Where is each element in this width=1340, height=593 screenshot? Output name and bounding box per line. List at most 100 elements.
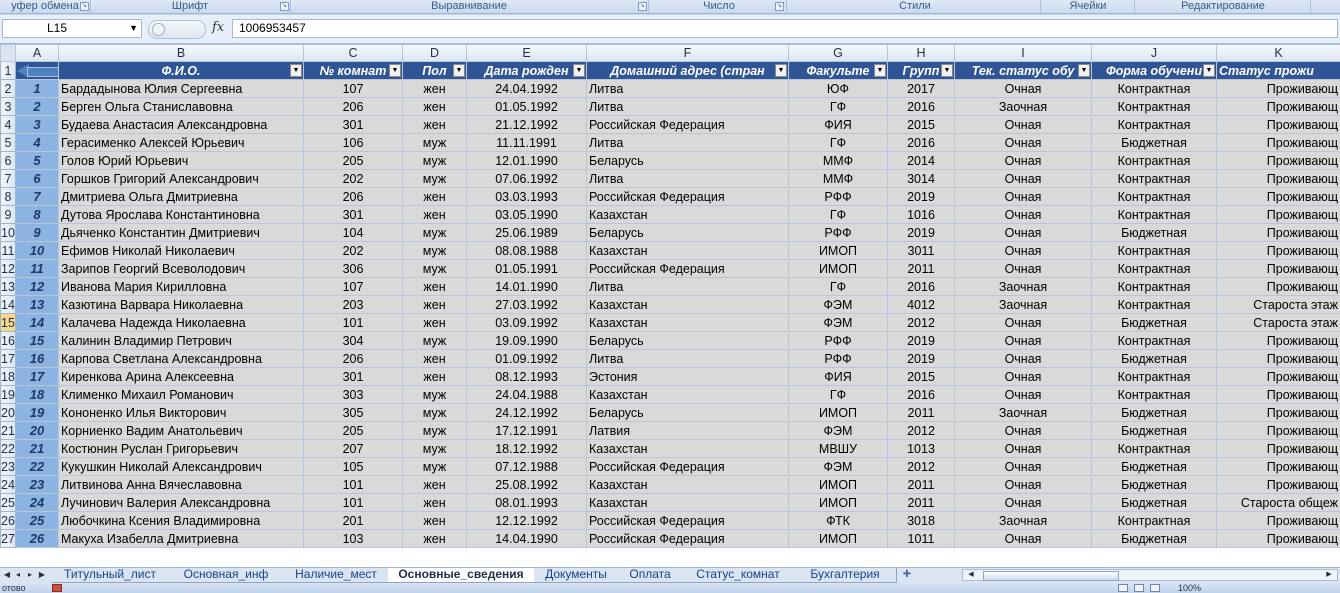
- faculty-cell[interactable]: ИМОП: [788, 403, 888, 422]
- faculty-cell[interactable]: ИМОП: [788, 475, 888, 494]
- residence-status-cell[interactable]: Староста общеж: [1216, 493, 1340, 512]
- dob-cell[interactable]: 18.12.1992: [466, 439, 587, 458]
- group-cell[interactable]: 2014: [887, 151, 955, 170]
- study-form-cell[interactable]: Контрактная: [1091, 241, 1217, 260]
- residence-status-cell[interactable]: Проживающ: [1216, 385, 1340, 404]
- address-cell[interactable]: Литва: [586, 169, 789, 188]
- group-cell[interactable]: 2017: [887, 79, 955, 98]
- column-header-a[interactable]: A: [15, 44, 59, 62]
- row-number-cell[interactable]: 19: [15, 403, 59, 422]
- header-sex[interactable]: Пол ▼: [402, 61, 467, 80]
- group-cell[interactable]: 2015: [887, 115, 955, 134]
- sex-cell[interactable]: жен: [402, 187, 467, 206]
- address-cell[interactable]: Беларусь: [586, 223, 789, 242]
- faculty-cell[interactable]: ГФ: [788, 385, 888, 404]
- filter-dropdown-icon[interactable]: ▼: [1078, 64, 1090, 77]
- room-cell[interactable]: 101: [303, 475, 403, 494]
- address-cell[interactable]: Казахстан: [586, 475, 789, 494]
- faculty-cell[interactable]: ГФ: [788, 205, 888, 224]
- row-number-cell[interactable]: 6: [15, 169, 59, 188]
- row-header[interactable]: 22: [0, 439, 16, 458]
- fio-cell[interactable]: Казютина Варвара Николаевна: [58, 295, 304, 314]
- header-group[interactable]: Групп ▼: [887, 61, 955, 80]
- room-cell[interactable]: 301: [303, 205, 403, 224]
- group-cell[interactable]: 2016: [887, 277, 955, 296]
- study-status-cell[interactable]: Очная: [954, 367, 1092, 386]
- fio-cell[interactable]: Кукушкин Николай Александрович: [58, 457, 304, 476]
- row-number-cell[interactable]: 9: [15, 223, 59, 242]
- page-break-view-icon[interactable]: [1150, 584, 1160, 592]
- row-number-cell[interactable]: 12: [15, 277, 59, 296]
- address-cell[interactable]: Беларусь: [586, 403, 789, 422]
- column-header-d[interactable]: D: [402, 44, 467, 62]
- last-sheet-icon[interactable]: ▶: [36, 569, 48, 581]
- sex-cell[interactable]: жен: [402, 97, 467, 116]
- study-form-cell[interactable]: Контрактная: [1091, 511, 1217, 530]
- formula-bar-resize-handle[interactable]: [148, 20, 206, 39]
- row-number-cell[interactable]: 17: [15, 367, 59, 386]
- sex-cell[interactable]: муж: [402, 385, 467, 404]
- study-status-cell[interactable]: Очная: [954, 529, 1092, 548]
- address-cell[interactable]: Российская Федерация: [586, 529, 789, 548]
- sheet-tab-main-info[interactable]: Основная_инф: [168, 568, 285, 583]
- dialog-launcher-icon[interactable]: ↘: [280, 2, 289, 11]
- column-header-j[interactable]: J: [1091, 44, 1217, 62]
- row-number-cell[interactable]: 20: [15, 421, 59, 440]
- scroll-left-icon[interactable]: ◀: [965, 570, 977, 580]
- insert-sheet-icon[interactable]: ✚: [898, 568, 916, 582]
- residence-status-cell[interactable]: Проживающ: [1216, 367, 1340, 386]
- row-header[interactable]: 25: [0, 493, 16, 512]
- study-form-cell[interactable]: Контрактная: [1091, 187, 1217, 206]
- group-cell[interactable]: 2019: [887, 349, 955, 368]
- study-form-cell[interactable]: Бюджетная: [1091, 493, 1217, 512]
- residence-status-cell[interactable]: Проживающ: [1216, 97, 1340, 116]
- sex-cell[interactable]: муж: [402, 259, 467, 278]
- faculty-cell[interactable]: РФФ: [788, 187, 888, 206]
- room-cell[interactable]: 104: [303, 223, 403, 242]
- residence-status-cell[interactable]: Проживающ: [1216, 79, 1340, 98]
- residence-status-cell[interactable]: Проживающ: [1216, 223, 1340, 242]
- study-form-cell[interactable]: Бюджетная: [1091, 403, 1217, 422]
- study-form-cell[interactable]: Бюджетная: [1091, 475, 1217, 494]
- room-cell[interactable]: 303: [303, 385, 403, 404]
- address-cell[interactable]: Литва: [586, 277, 789, 296]
- group-cell[interactable]: 1016: [887, 205, 955, 224]
- sex-cell[interactable]: жен: [402, 205, 467, 224]
- fio-cell[interactable]: Будаева Анастасия Александровна: [58, 115, 304, 134]
- residence-status-cell[interactable]: Проживающ: [1216, 331, 1340, 350]
- group-cell[interactable]: 4012: [887, 295, 955, 314]
- sex-cell[interactable]: муж: [402, 439, 467, 458]
- column-header-g[interactable]: G: [788, 44, 888, 62]
- faculty-cell[interactable]: ММФ: [788, 151, 888, 170]
- group-cell[interactable]: 2019: [887, 331, 955, 350]
- group-cell[interactable]: 1011: [887, 529, 955, 548]
- address-cell[interactable]: Эстония: [586, 367, 789, 386]
- filter-dropdown-icon[interactable]: ▼: [941, 64, 953, 77]
- row-header[interactable]: 23: [0, 457, 16, 476]
- row-header[interactable]: 21: [0, 421, 16, 440]
- row-number-cell[interactable]: 2: [15, 97, 59, 116]
- group-cell[interactable]: 3018: [887, 511, 955, 530]
- insert-function-icon[interactable]: fx: [212, 20, 224, 35]
- row-header[interactable]: 7: [0, 169, 16, 188]
- dob-cell[interactable]: 03.03.1993: [466, 187, 587, 206]
- column-header-c[interactable]: C: [303, 44, 403, 62]
- row-header[interactable]: 24: [0, 475, 16, 494]
- fio-cell[interactable]: Корниенко Вадим Анатольевич: [58, 421, 304, 440]
- room-cell[interactable]: 202: [303, 169, 403, 188]
- row-header[interactable]: 3: [0, 97, 16, 116]
- address-cell[interactable]: Казахстан: [586, 493, 789, 512]
- fio-cell[interactable]: Иванова Мария Кирилловна: [58, 277, 304, 296]
- sheet-tab-title[interactable]: Титульный_лист: [52, 568, 169, 583]
- sex-cell[interactable]: муж: [402, 133, 467, 152]
- macro-record-icon[interactable]: [52, 584, 62, 592]
- study-form-cell[interactable]: Контрактная: [1091, 295, 1217, 314]
- address-cell[interactable]: Российская Федерация: [586, 511, 789, 530]
- dob-cell[interactable]: 08.12.1993: [466, 367, 587, 386]
- room-cell[interactable]: 301: [303, 367, 403, 386]
- filter-dropdown-icon[interactable]: ▼: [1203, 64, 1215, 77]
- faculty-cell[interactable]: ГФ: [788, 133, 888, 152]
- faculty-cell[interactable]: ИМОП: [788, 529, 888, 548]
- faculty-cell[interactable]: ФЭМ: [788, 313, 888, 332]
- row-number-cell[interactable]: 23: [15, 475, 59, 494]
